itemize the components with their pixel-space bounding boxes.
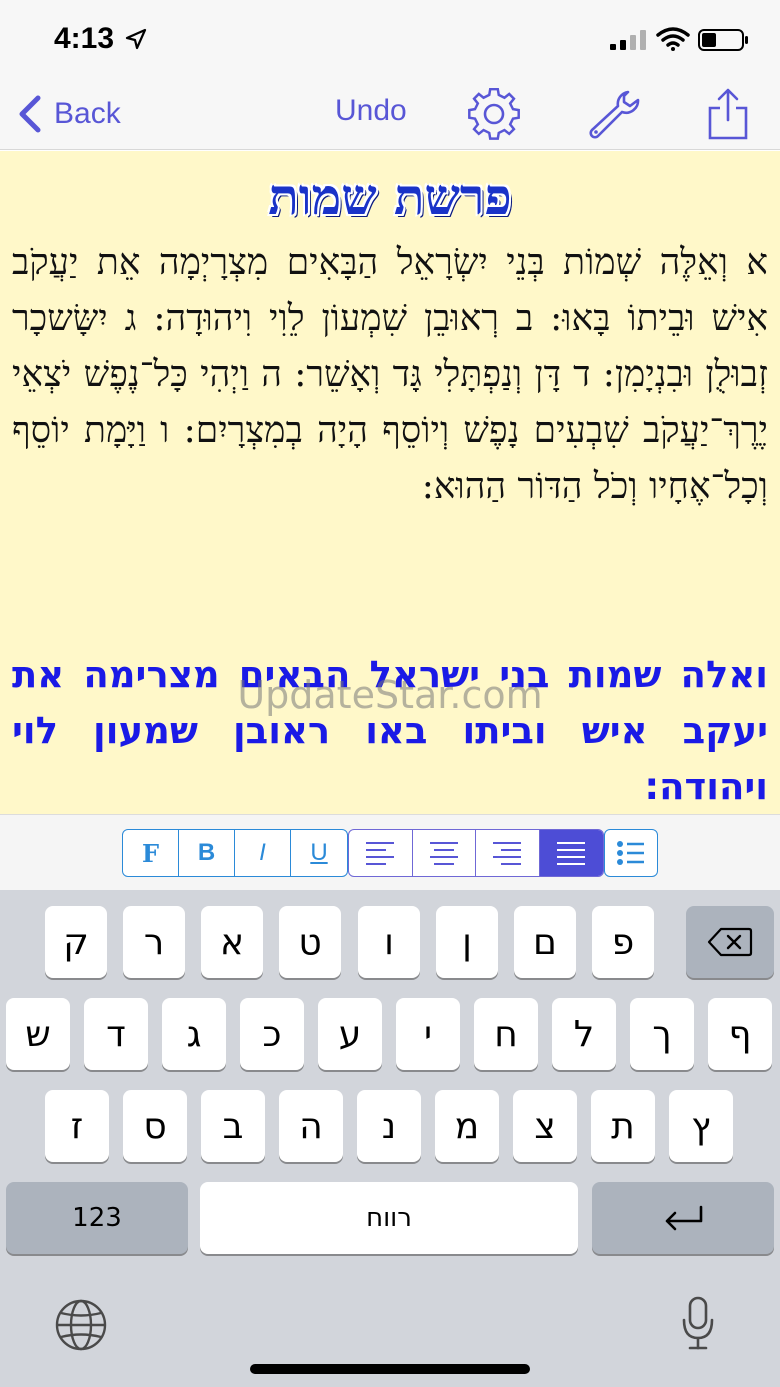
align-left-button[interactable]: [349, 830, 413, 876]
home-indicator[interactable]: [250, 1364, 530, 1374]
key[interactable]: פ: [592, 906, 654, 978]
cellular-signal-icon: [610, 30, 646, 50]
text-editor[interactable]: פרשת שמות א וְאֵלֶּה שְׁמוֹת בְּנֵי יִשְ…: [0, 151, 780, 814]
document-heading: פרשת שמות: [268, 167, 512, 226]
underline-button[interactable]: U: [291, 830, 347, 876]
align-justify-icon: [557, 842, 586, 865]
chevron-left-icon: [19, 95, 41, 133]
key[interactable]: ט: [279, 906, 341, 978]
key[interactable]: ז: [45, 1090, 109, 1162]
location-arrow-icon: [125, 28, 147, 50]
key[interactable]: ם: [514, 906, 576, 978]
key[interactable]: ה: [279, 1090, 343, 1162]
key[interactable]: ו: [358, 906, 420, 978]
wrench-icon[interactable]: [584, 86, 644, 142]
return-key[interactable]: [592, 1182, 774, 1254]
gear-icon[interactable]: [464, 86, 524, 142]
key[interactable]: צ: [513, 1090, 577, 1162]
key[interactable]: כ: [240, 998, 304, 1070]
bold-button[interactable]: B: [179, 830, 235, 876]
key[interactable]: א: [201, 906, 263, 978]
key[interactable]: ף: [708, 998, 772, 1070]
key[interactable]: ץ: [669, 1090, 733, 1162]
align-justify-button[interactable]: [539, 830, 603, 876]
bulleted-list-icon: [617, 841, 644, 865]
key[interactable]: ק: [45, 906, 107, 978]
align-center-icon: [429, 842, 458, 865]
key[interactable]: נ: [357, 1090, 421, 1162]
back-label: Back: [54, 97, 121, 130]
key[interactable]: ש: [6, 998, 70, 1070]
key[interactable]: מ: [435, 1090, 499, 1162]
watermark: UpdateStar.com: [237, 673, 543, 717]
delete-icon: [707, 927, 753, 957]
navigation-bar: Back Undo: [0, 80, 780, 150]
key[interactable]: י: [396, 998, 460, 1070]
key[interactable]: ס: [123, 1090, 187, 1162]
align-left-icon: [366, 842, 395, 865]
text-style-group: F B I U: [122, 829, 348, 877]
status-bar: 4:13: [0, 0, 780, 80]
back-button[interactable]: Back: [14, 90, 121, 138]
list-group: [604, 829, 658, 877]
align-right-icon: [493, 842, 522, 865]
key[interactable]: ח: [474, 998, 538, 1070]
microphone-icon[interactable]: [680, 1296, 716, 1352]
key[interactable]: ר: [123, 906, 185, 978]
battery-icon: [698, 29, 748, 51]
space-key[interactable]: רווח: [200, 1182, 578, 1254]
globe-icon[interactable]: [54, 1298, 108, 1352]
return-icon: [665, 1205, 703, 1231]
bulleted-list-button[interactable]: [605, 830, 657, 876]
wifi-icon: [656, 27, 690, 51]
align-right-button[interactable]: [476, 830, 540, 876]
key[interactable]: ת: [591, 1090, 655, 1162]
hebrew-paragraph-vocalized: א וְאֵלֶּה שְׁמוֹת בְּנֵי יִשְׂרָאֵל הַב…: [12, 242, 768, 507]
font-button[interactable]: F: [123, 830, 179, 876]
delete-key[interactable]: [686, 906, 774, 978]
status-time: 4:13: [54, 22, 115, 55]
key[interactable]: ן: [436, 906, 498, 978]
share-icon[interactable]: [700, 86, 760, 142]
key[interactable]: ע: [318, 998, 382, 1070]
undo-button[interactable]: Undo: [335, 94, 407, 128]
key[interactable]: ל: [552, 998, 616, 1070]
key[interactable]: ב: [201, 1090, 265, 1162]
alignment-group: [348, 829, 604, 877]
align-center-button[interactable]: [413, 830, 476, 876]
format-toolbar: F B I U: [0, 814, 780, 890]
key[interactable]: ך: [630, 998, 694, 1070]
numbers-key[interactable]: 123: [6, 1182, 188, 1254]
key[interactable]: ד: [84, 998, 148, 1070]
key[interactable]: ג: [162, 998, 226, 1070]
hebrew-keyboard: ק ר א ט ו ן ם פ ש ד ג כ ע י ח ל ך ף ז ס …: [0, 890, 780, 1387]
italic-button[interactable]: I: [235, 830, 291, 876]
